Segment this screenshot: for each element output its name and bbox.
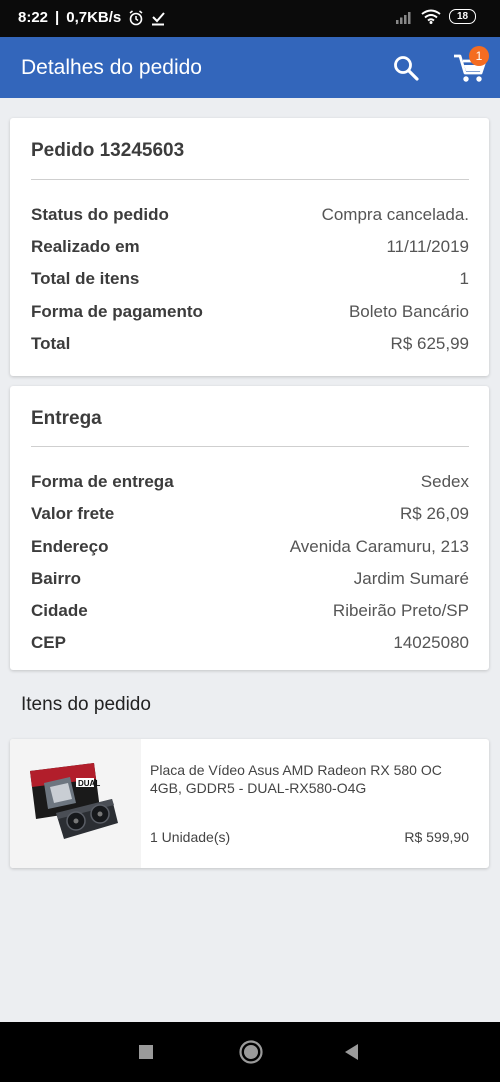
items-section-heading: Itens do pedido [21,694,151,715]
row-label: Total [31,334,71,353]
search-button[interactable] [392,54,420,82]
back-icon [345,1044,358,1060]
row-value: 11/11/2019 [386,237,469,256]
row-label: Valor frete [31,504,115,523]
order-items-total-row: Total de itens 1 [31,269,469,295]
search-icon [394,56,419,81]
row-value: Jardim Sumaré [353,569,469,588]
status-left: 8:22 | 0,7KB/s [18,9,166,26]
row-label: Cidade [31,601,88,620]
home-icon [239,1040,263,1064]
row-value: Boleto Bancário [348,302,469,321]
battery-icon: 18 [449,9,476,24]
wifi-icon [421,9,441,24]
row-value: Ribeirão Preto/SP [332,601,469,620]
status-right: 18 [395,9,476,24]
row-label: Realizado em [31,237,140,256]
product-thumbnail: DUAL [10,739,141,868]
delivery-card: Entrega Forma de entrega Sedex Valor fre… [10,386,489,670]
alarm-icon [129,9,143,25]
delivery-freight-row: Valor frete R$ 26,09 [31,504,469,530]
status-separator: | [55,9,60,26]
status-network-speed: 0,7KB/s [66,9,122,26]
download-icon [152,11,166,25]
product-price: R$ 599,90 [404,829,469,845]
graphics-card-image: DUAL [30,763,118,839]
status-bar: 8:22 | 0,7KB/s 18 [0,0,500,37]
divider [31,179,469,180]
row-value: 14025080 [393,633,469,652]
home-button[interactable] [238,1039,264,1065]
row-label: Forma de pagamento [31,302,203,321]
row-label: Status do pedido [31,205,169,224]
row-value: 1 [459,269,469,288]
row-label: Forma de entrega [31,472,174,491]
row-value: R$ 26,09 [400,504,469,523]
app-bar: Detalhes do pedido [0,37,500,98]
order-status-row: Status do pedido Compra cancelada. [31,205,469,231]
product-name: Placa de Vídeo Asus AMD Radeon RX 580 OC… [150,762,442,796]
page-title: Detalhes do pedido [21,56,202,79]
recents-icon [139,1045,153,1059]
divider [31,446,469,447]
status-time: 8:22 [18,9,49,26]
cart-count-badge: 1 [469,46,489,66]
order-payment-row: Forma de pagamento Boleto Bancário [31,302,469,328]
delivery-method-row: Forma de entrega Sedex [31,472,469,498]
box-label: DUAL [78,779,100,788]
back-button[interactable] [342,1041,362,1063]
row-label: Total de itens [31,269,140,288]
delivery-neighborhood-row: Bairro Jardim Sumaré [31,569,469,595]
row-label: Bairro [31,569,82,588]
order-summary-card: Pedido 13245603 Status do pedido Compra … [10,118,489,376]
row-label: Endereço [31,537,109,556]
row-label: CEP [31,633,66,652]
delivery-address-row: Endereço Avenida Caramuru, 213 [31,537,469,563]
row-value: Sedex [420,472,469,491]
recents-button[interactable] [136,1042,156,1062]
order-item-card[interactable]: DUAL Placa de Vídeo Asus AMD Radeon RX 5… [10,739,489,868]
delivery-city-row: Cidade Ribeirão Preto/SP [31,601,469,627]
delivery-zip-row: CEP 14025080 [31,633,469,659]
row-value: Avenida Caramuru, 213 [289,537,469,556]
order-date-row: Realizado em 11/11/2019 [31,237,469,263]
order-total-row: Total R$ 625,99 [31,334,469,360]
product-quantity: 1 Unidade(s) [150,829,231,845]
row-value: R$ 625,99 [390,334,469,353]
system-nav-bar [0,1022,500,1082]
delivery-title: Entrega [31,408,102,429]
row-value: Compra cancelada. [321,205,469,224]
signal-icon [396,11,411,24]
order-title: Pedido 13245603 [31,140,185,161]
